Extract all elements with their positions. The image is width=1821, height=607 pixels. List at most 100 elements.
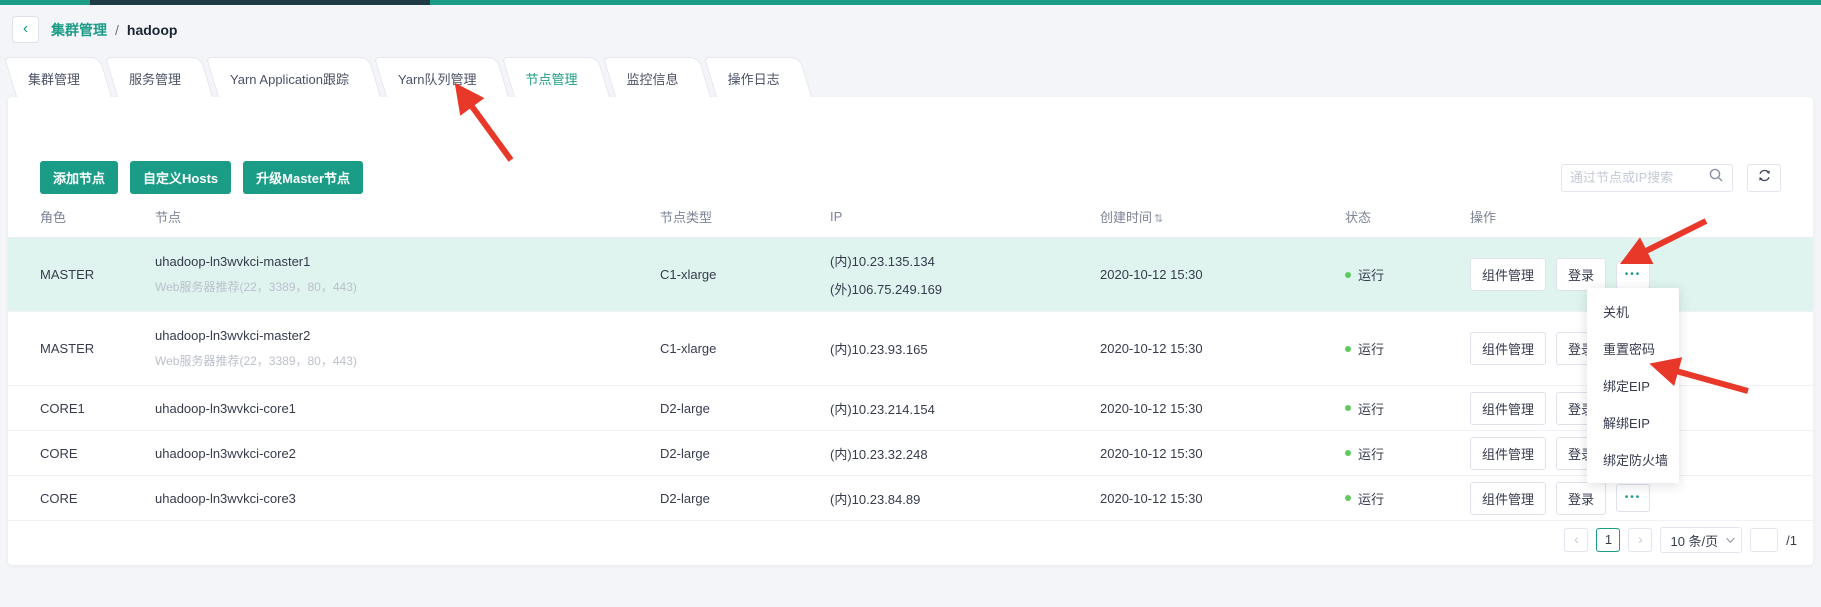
- cell-created: 2020-10-12 15:30: [1100, 491, 1345, 506]
- tab-yarn-application[interactable]: Yarn Application跟踪: [212, 57, 375, 97]
- ip-external: (外)106.75.249.169: [830, 279, 1100, 298]
- col-created[interactable]: 创建时间⇅: [1100, 207, 1345, 226]
- node-name: uhadoop-ln3wvkci-core1: [155, 401, 660, 416]
- table-row[interactable]: CORE1 uhadoop-ln3wvkci-core1 D2-large (内…: [8, 386, 1813, 431]
- tab-operation-log[interactable]: 操作日志: [710, 57, 806, 97]
- cell-ip: (内)10.23.214.154: [830, 399, 1100, 418]
- search-box: [1561, 164, 1733, 192]
- cell-role: MASTER: [40, 267, 155, 282]
- cell-node-type: C1-xlarge: [660, 341, 830, 356]
- ip-internal: (内)10.23.32.248: [830, 444, 1100, 463]
- breadcrumb: ‹ 集群管理 / hadoop: [12, 16, 177, 43]
- toolbar: 添加节点 自定义Hosts 升级Master节点: [8, 97, 1813, 194]
- total-pages-label: /1: [1786, 533, 1797, 548]
- component-manage-button[interactable]: 组件管理: [1470, 332, 1546, 365]
- login-button[interactable]: 登录: [1556, 482, 1606, 515]
- component-manage-button[interactable]: 组件管理: [1470, 258, 1546, 291]
- tab-yarn-queue[interactable]: Yarn队列管理: [380, 57, 503, 97]
- next-page-button[interactable]: ›: [1628, 528, 1652, 552]
- cell-status: 运行: [1345, 339, 1470, 358]
- status-label: 运行: [1358, 339, 1384, 358]
- col-role: 角色: [40, 207, 155, 226]
- breadcrumb-current: hadoop: [127, 22, 178, 38]
- page-size-select[interactable]: 10 条/页: [1660, 527, 1742, 553]
- node-name: uhadoop-ln3wvkci-master2: [155, 328, 660, 343]
- table-row[interactable]: MASTER uhadoop-ln3wvkci-master2 Web服务器推荐…: [8, 312, 1813, 386]
- col-node-type: 节点类型: [660, 207, 830, 226]
- cell-node: uhadoop-ln3wvkci-master2 Web服务器推荐(22，338…: [155, 328, 660, 369]
- menu-item-shutdown[interactable]: 关机: [1587, 293, 1679, 330]
- cell-actions: 组件管理 登录 •••: [1470, 482, 1781, 515]
- cell-status: 运行: [1345, 399, 1470, 418]
- cell-created: 2020-10-12 15:30: [1100, 341, 1345, 356]
- table-row[interactable]: CORE uhadoop-ln3wvkci-core2 D2-large (内)…: [8, 431, 1813, 476]
- breadcrumb-parent-link[interactable]: 集群管理: [51, 20, 107, 40]
- cell-node: uhadoop-ln3wvkci-core1: [155, 401, 660, 416]
- table-row[interactable]: MASTER uhadoop-ln3wvkci-master1 Web服务器推荐…: [8, 238, 1813, 312]
- cell-node-type: D2-large: [660, 491, 830, 506]
- component-manage-button[interactable]: 组件管理: [1470, 392, 1546, 425]
- cell-role: CORE: [40, 491, 155, 506]
- cell-role: CORE1: [40, 401, 155, 416]
- cell-created: 2020-10-12 15:30: [1100, 267, 1345, 282]
- back-chevron-icon: ‹: [23, 20, 28, 37]
- col-actions: 操作: [1470, 207, 1781, 226]
- menu-item-reset-password[interactable]: 重置密码: [1587, 330, 1679, 367]
- sort-icon[interactable]: ⇅: [1154, 213, 1163, 225]
- status-dot-running: [1345, 346, 1351, 352]
- component-manage-button[interactable]: 组件管理: [1470, 437, 1546, 470]
- back-button[interactable]: ‹: [12, 16, 39, 43]
- status-label: 运行: [1358, 444, 1384, 463]
- node-name: uhadoop-ln3wvkci-core2: [155, 446, 660, 461]
- refresh-icon: [1757, 168, 1772, 188]
- col-ip: IP: [830, 209, 1100, 224]
- tab-monitoring[interactable]: 监控信息: [609, 57, 705, 97]
- cell-status: 运行: [1345, 489, 1470, 508]
- menu-item-unbind-eip[interactable]: 解绑EIP: [1587, 404, 1679, 441]
- status-dot-running: [1345, 495, 1351, 501]
- component-manage-button[interactable]: 组件管理: [1470, 482, 1546, 515]
- page-size-value: 10 条/页: [1670, 531, 1718, 550]
- more-actions-button[interactable]: •••: [1616, 261, 1650, 289]
- top-progress-bar: [0, 0, 1821, 5]
- ip-internal: (内)10.23.93.165: [830, 339, 1100, 358]
- ip-internal: (内)10.23.135.134: [830, 251, 1100, 270]
- add-node-button[interactable]: 添加节点: [40, 161, 118, 194]
- menu-item-bind-eip[interactable]: 绑定EIP: [1587, 367, 1679, 404]
- cell-actions: 组件管理 登录 •••: [1470, 258, 1781, 291]
- cell-role: MASTER: [40, 341, 155, 356]
- node-name: uhadoop-ln3wvkci-master1: [155, 254, 660, 269]
- status-label: 运行: [1358, 265, 1384, 284]
- custom-hosts-button[interactable]: 自定义Hosts: [130, 161, 231, 194]
- table-row[interactable]: CORE uhadoop-ln3wvkci-core3 D2-large (内)…: [8, 476, 1813, 521]
- cell-ip: (内)10.23.93.165: [830, 339, 1100, 358]
- login-button[interactable]: 登录: [1556, 258, 1606, 291]
- search-input[interactable]: [1570, 170, 1708, 185]
- cell-node: uhadoop-ln3wvkci-core3: [155, 491, 660, 506]
- more-actions-button[interactable]: •••: [1616, 484, 1650, 512]
- tab-service-management[interactable]: 服务管理: [111, 57, 207, 97]
- cell-status: 运行: [1345, 265, 1470, 284]
- refresh-button[interactable]: [1747, 164, 1781, 192]
- tab-bar: 集群管理 服务管理 Yarn Application跟踪 Yarn队列管理 节点…: [10, 57, 806, 97]
- cell-node-type: C1-xlarge: [660, 267, 830, 282]
- status-label: 运行: [1358, 489, 1384, 508]
- cell-created: 2020-10-12 15:30: [1100, 401, 1345, 416]
- tab-cluster-management[interactable]: 集群管理: [10, 57, 106, 97]
- cell-ip: (内)10.23.32.248: [830, 444, 1100, 463]
- tab-node-management[interactable]: 节点管理: [508, 57, 604, 97]
- prev-page-button[interactable]: ‹: [1564, 528, 1588, 552]
- status-dot-running: [1345, 272, 1351, 278]
- pagination: ‹ 1 › 10 条/页 /1: [1564, 527, 1797, 553]
- status-dot-running: [1345, 405, 1351, 411]
- cell-node-type: D2-large: [660, 446, 830, 461]
- ip-internal: (内)10.23.214.154: [830, 399, 1100, 418]
- page-jump-input[interactable]: [1750, 528, 1778, 552]
- table-header: 角色 节点 节点类型 IP 创建时间⇅ 状态 操作: [8, 196, 1813, 238]
- menu-item-bind-firewall[interactable]: 绑定防火墙: [1587, 441, 1679, 478]
- cell-role: CORE: [40, 446, 155, 461]
- upgrade-master-button[interactable]: 升级Master节点: [243, 161, 363, 194]
- status-label: 运行: [1358, 399, 1384, 418]
- page-number-button[interactable]: 1: [1596, 528, 1620, 552]
- breadcrumb-separator: /: [115, 22, 119, 38]
